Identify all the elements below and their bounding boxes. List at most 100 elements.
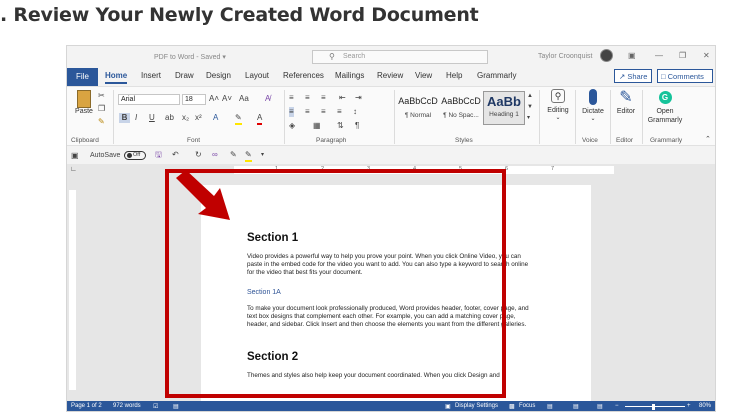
page-count[interactable]: Page 1 of 2 (71, 403, 102, 409)
zoom-slider[interactable] (625, 406, 685, 407)
accessibility-icon[interactable]: ▤ (173, 403, 179, 410)
paste-button[interactable]: Paste (72, 90, 96, 115)
subscript-icon[interactable]: x₂ (182, 113, 189, 123)
touch-mode-icon[interactable]: ▣ (71, 151, 79, 161)
align-right-icon[interactable]: ≡ (321, 107, 326, 117)
divider (394, 90, 395, 144)
style-normal[interactable]: AaBbCcD ¶ Normal (397, 91, 439, 125)
cut-icon[interactable]: ✂ (98, 91, 105, 101)
vertical-ruler (67, 176, 78, 401)
share-label: Share (627, 72, 648, 81)
tab-draw[interactable]: Draw (175, 71, 194, 80)
close-icon[interactable]: ✕ (703, 51, 710, 60)
grow-font-button[interactable]: A˄ (209, 94, 219, 104)
search-box[interactable]: ⚲ Search (312, 50, 488, 64)
ribbon-display-icon[interactable]: ▣ (628, 51, 636, 60)
web-layout-icon[interactable]: ▤ (597, 403, 603, 410)
italic-button[interactable]: I (135, 113, 137, 123)
pilcrow-button[interactable]: ¶ (355, 121, 359, 131)
sort-icon[interactable]: ⇅ (337, 121, 344, 131)
divider (539, 90, 540, 144)
proofing-icon[interactable]: ☑ (153, 403, 158, 410)
divider (610, 90, 611, 144)
restore-icon[interactable]: ❐ (679, 51, 686, 60)
open-grammarly-button[interactable]: G Open Grammarly (645, 89, 685, 125)
text-effects-icon[interactable]: A (213, 113, 218, 123)
zoom-in-icon[interactable]: + (687, 403, 691, 409)
tab-design[interactable]: Design (206, 71, 231, 80)
tab-view[interactable]: View (415, 71, 432, 80)
zoom-slider-thumb[interactable] (652, 404, 655, 410)
styles-scroll-icon[interactable]: ▲ ▼ ▾ (527, 91, 533, 124)
line-spacing-icon[interactable]: ↕ (353, 107, 357, 117)
collapse-ribbon-icon[interactable]: ⌃ (705, 135, 711, 145)
tab-layout[interactable]: Layout (245, 71, 269, 80)
strikethrough-icon[interactable]: ab (165, 113, 174, 123)
numbering-icon[interactable]: ≡ (305, 93, 310, 103)
document-title[interactable]: PDF to Word - Saved ▾ (154, 53, 226, 61)
highlighter-qat-icon[interactable]: ✎ (245, 150, 252, 162)
save-icon[interactable]: 🖫 (155, 150, 162, 160)
editor-button[interactable]: ✎ Editor (612, 89, 640, 115)
print-layout-icon[interactable]: ▤ (573, 403, 579, 410)
grammarly-qat-icon[interactable]: ∞ (212, 150, 218, 160)
tab-review[interactable]: Review (377, 71, 403, 80)
font-size-field[interactable]: 18 (182, 94, 206, 105)
word-count[interactable]: 972 words (113, 403, 141, 409)
editing-button[interactable]: ⚲ Editing ⌄ (542, 89, 574, 121)
share-button[interactable]: ↗ Share (614, 69, 652, 83)
user-name[interactable]: Taylor Croonquist (538, 53, 592, 60)
bullets-icon[interactable]: ≡ (289, 93, 294, 103)
shrink-font-button[interactable]: A˅ (222, 94, 232, 104)
highlight-icon[interactable]: ✎ (235, 113, 242, 125)
tab-help[interactable]: Help (446, 71, 462, 80)
bold-button[interactable]: B (119, 113, 130, 123)
tab-insert[interactable]: Insert (141, 71, 161, 80)
font-color-button[interactable]: A (257, 113, 263, 125)
undo-icon[interactable]: ↶ (172, 150, 179, 160)
autosave-label: AutoSave (90, 152, 121, 159)
increase-indent-icon[interactable]: ⇥ (355, 93, 362, 103)
borders-icon[interactable]: ▦ (313, 121, 321, 131)
autosave-toggle[interactable]: Off (124, 151, 146, 160)
read-mode-icon[interactable]: ▤ (547, 403, 553, 410)
avatar[interactable] (600, 49, 613, 62)
superscript-icon[interactable]: x² (195, 113, 202, 123)
minimize-icon[interactable]: — (655, 51, 663, 60)
editor-group-label: Editor (616, 137, 633, 144)
shading-icon[interactable]: ◈ (289, 121, 295, 131)
tab-mailings[interactable]: Mailings (335, 71, 364, 80)
tab-home[interactable]: Home (105, 71, 128, 84)
style-no-spacing[interactable]: AaBbCcD ¶ No Spac... (440, 91, 482, 125)
align-center-icon[interactable]: ≡ (305, 107, 310, 117)
justify-icon[interactable]: ≡ (337, 107, 342, 117)
change-case-button[interactable]: Aa (239, 94, 249, 104)
copy-icon[interactable]: ❐ (98, 104, 105, 114)
format-painter-icon[interactable]: ✎ (98, 117, 105, 127)
divider (113, 90, 114, 144)
zoom-level[interactable]: 80% (699, 403, 711, 409)
display-settings-label[interactable]: Display Settings (455, 403, 498, 409)
redo-icon[interactable]: ↻ (195, 150, 202, 160)
vertical-ruler-track[interactable] (69, 190, 76, 390)
multilevel-list-icon[interactable]: ≡ (321, 93, 326, 103)
font-name-field[interactable]: Arial (118, 94, 180, 105)
tab-selector-icon[interactable]: ∟ (70, 165, 77, 175)
focus-icon[interactable]: ▩ (509, 403, 515, 410)
tab-grammarly[interactable]: Grammarly (477, 71, 517, 80)
underline-button[interactable]: U (149, 113, 155, 123)
ruler-number: 7 (551, 166, 555, 172)
format-painter-qat-icon[interactable]: ✎ (230, 150, 237, 160)
decrease-indent-icon[interactable]: ⇤ (339, 93, 346, 103)
tab-references[interactable]: References (283, 71, 324, 80)
style-heading-1[interactable]: AaBb Heading 1 (483, 91, 525, 125)
customize-qat-icon[interactable]: ▾ (261, 150, 264, 160)
dictate-button[interactable]: Dictate ⌄ (578, 89, 608, 122)
zoom-out-icon[interactable]: − (615, 403, 619, 409)
focus-label[interactable]: Focus (519, 403, 535, 409)
align-left-icon[interactable]: ≡ (289, 107, 294, 117)
clear-formatting-icon[interactable]: A̸ (265, 94, 270, 104)
comments-button[interactable]: □ Comments (657, 69, 713, 83)
display-settings-icon[interactable]: ▣ (445, 403, 451, 410)
tab-file[interactable]: File (67, 68, 98, 86)
